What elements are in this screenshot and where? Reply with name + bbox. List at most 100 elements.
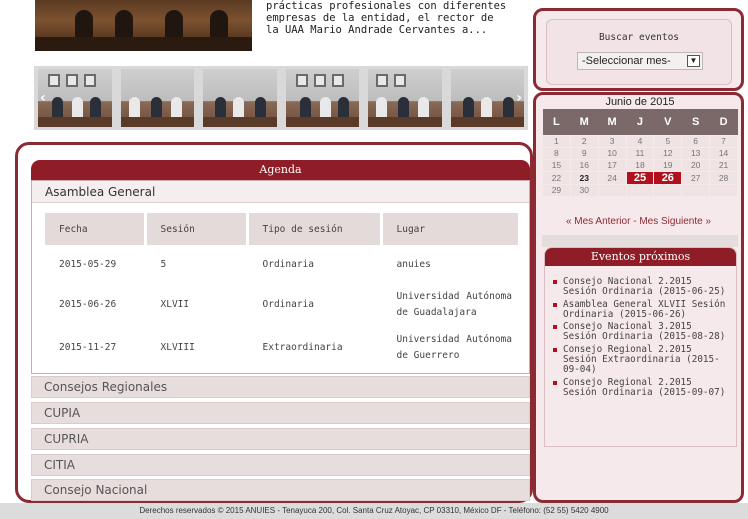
calendar-nav: « Mes Anterior - Mes Siguiente » xyxy=(536,216,741,227)
calendar-week-row: 1234567 xyxy=(542,134,738,148)
calendar-day: 15 xyxy=(542,158,571,172)
agenda-panel: Agenda Asamblea General Fecha Sesión Tip… xyxy=(15,142,533,503)
calendar-day: 16 xyxy=(569,158,599,172)
event-item[interactable]: Consejo Regional 2.2015 Sesión Ordinaria… xyxy=(553,377,730,399)
nav-separator: - xyxy=(633,216,637,227)
search-events-panel: Buscar eventos -Seleccionar mes- ▼ xyxy=(533,8,744,91)
divider xyxy=(542,235,738,247)
event-item[interactable]: Consejo Nacional 2.2015 Sesión Ordinaria… xyxy=(553,276,730,298)
cell-lugar: anuies xyxy=(381,245,521,285)
photo-gallery: ‹ › xyxy=(34,66,528,130)
gallery-thumbnail[interactable] xyxy=(120,69,194,127)
weekday-label: J xyxy=(626,109,654,135)
calendar-week-row: 29 30 xyxy=(542,183,738,197)
table-row: 2015-05-29 5 Ordinaria anuies xyxy=(45,245,521,285)
calendar-empty-cell xyxy=(625,183,655,197)
calendar-grid: L M M J V S D 1 2 3 4 5 6 7 8 9 10 11 12 13 14 15 16 17 1… xyxy=(542,109,738,197)
weekday-label: V xyxy=(653,109,682,135)
weekday-label: M xyxy=(570,109,599,135)
news-photo[interactable] xyxy=(35,0,252,51)
agenda-header: Agenda xyxy=(31,160,530,180)
accordion-citia[interactable]: CITIA xyxy=(31,454,530,476)
calendar-month-title: Junio de 2015 xyxy=(605,96,675,108)
calendar-day: 7 xyxy=(709,134,738,148)
calendar-day: 28 xyxy=(709,170,738,185)
calendar-day: 20 xyxy=(681,158,711,172)
gallery-thumbnail[interactable] xyxy=(368,69,442,127)
calendar-day: 6 xyxy=(681,134,711,148)
weekday-label: S xyxy=(681,109,710,135)
calendar-day: 5 xyxy=(653,134,683,148)
calendar-day: 18 xyxy=(625,158,655,172)
calendar-day: 9 xyxy=(569,146,599,160)
event-item[interactable]: Consejo Nacional 3.2015 Sesión Ordinaria… xyxy=(553,322,730,343)
calendar-empty-cell xyxy=(709,183,738,197)
column-header: Lugar xyxy=(381,213,521,245)
prev-month-link[interactable]: « Mes Anterior xyxy=(566,216,630,227)
calendar-day: 10 xyxy=(597,146,627,160)
accordion-title[interactable]: Asamblea General xyxy=(45,185,155,199)
calendar-day: 17 xyxy=(597,158,627,172)
accordion-consejos-regionales[interactable]: Consejos Regionales xyxy=(31,376,530,398)
cell-fecha: 2015-06-26 xyxy=(45,285,147,325)
upcoming-events-header: Eventos próximos xyxy=(545,248,736,266)
cell-sesion: 5 xyxy=(145,245,249,285)
calendar-day: 14 xyxy=(709,146,738,160)
news-summary[interactable]: prácticas profesionales con diferentes e… xyxy=(266,0,511,36)
cell-lugar: Universidad Autónoma de Guadalajara xyxy=(381,285,521,325)
gallery-next-icon[interactable]: › xyxy=(516,90,522,106)
calendar-day: 11 xyxy=(625,146,655,160)
chevron-down-icon[interactable]: ▼ xyxy=(687,55,700,67)
column-header: Fecha xyxy=(45,213,147,245)
sessions-table: Fecha Sesión Tipo de sesión Lugar 2015-0… xyxy=(45,213,521,371)
cell-fecha: 2015-05-29 xyxy=(45,245,147,285)
accordion-cupria[interactable]: CUPRIA xyxy=(31,428,530,450)
page-footer: Derechos reservados © 2015 ANUIES - Tena… xyxy=(0,503,748,519)
cell-lugar: Universidad Autónoma de Guerrero xyxy=(381,325,521,371)
table-header-row: Fecha Sesión Tipo de sesión Lugar xyxy=(45,213,521,245)
cell-tipo: Ordinaria xyxy=(247,285,383,325)
table-row: 2015-06-26 XLVII Ordinaria Universidad A… xyxy=(45,285,521,325)
calendar-day: 23 xyxy=(569,170,599,185)
calendar-day: 1 xyxy=(542,134,571,148)
calendar-day[interactable]: 26 xyxy=(653,170,683,185)
month-select[interactable]: -Seleccionar mes- ▼ xyxy=(577,52,703,70)
calendar-day: 19 xyxy=(653,158,683,172)
weekday-label: D xyxy=(709,109,738,135)
next-month-link[interactable]: Mes Siguiente » xyxy=(639,216,711,227)
event-item[interactable]: Consejo Regional 2.2015 Sesión Extraordi… xyxy=(553,344,730,376)
search-events-title: Buscar eventos xyxy=(598,32,680,43)
calendar-day: 12 xyxy=(653,146,683,160)
event-item[interactable]: Asamblea General XLVII Sesión Ordinaria … xyxy=(553,299,730,321)
accordion-consejo-nacional[interactable]: Consejo Nacional xyxy=(31,479,530,501)
gallery-thumbnail[interactable] xyxy=(203,69,277,127)
calendar-empty-cell xyxy=(597,183,627,197)
accordion-cupia[interactable]: CUPIA xyxy=(31,402,530,424)
table-row: 2015-11-27 XLVIII Extraordinaria Univers… xyxy=(45,325,521,371)
column-header: Tipo de sesión xyxy=(247,213,383,245)
upcoming-events-panel: Eventos próximos Consejo Nacional 2.2015… xyxy=(544,247,737,447)
calendar-day: 4 xyxy=(625,134,655,148)
cell-sesion: XLVII xyxy=(145,285,249,325)
gallery-prev-icon[interactable]: ‹ xyxy=(40,90,46,106)
calendar-week-row: 15 16 17 18 19 20 21 xyxy=(542,158,738,172)
calendar-empty-cell xyxy=(681,183,711,197)
gallery-thumbnail[interactable] xyxy=(285,69,359,127)
weekday-label: L xyxy=(542,109,571,135)
cell-tipo: Ordinaria xyxy=(247,245,383,285)
calendar-day: 30 xyxy=(569,183,599,197)
search-events-form: Buscar eventos -Seleccionar mes- ▼ xyxy=(546,19,732,85)
gallery-thumbnail[interactable] xyxy=(38,69,112,127)
calendar-day: 27 xyxy=(681,170,711,185)
gallery-thumbnail[interactable] xyxy=(450,69,524,127)
cell-tipo: Extraordinaria xyxy=(247,325,383,371)
cell-sesion: XLVIII xyxy=(145,325,249,371)
calendar-day: 2 xyxy=(569,134,599,148)
calendar-day[interactable]: 25 xyxy=(625,170,655,185)
calendar-day: 24 xyxy=(597,170,627,185)
calendar-week-row: 22 23 24 25 26 27 28 xyxy=(542,170,738,185)
calendar-week-row: 8 9 10 11 12 13 14 xyxy=(542,146,738,160)
month-select-value: -Seleccionar mes- xyxy=(582,55,671,67)
weekday-label: M xyxy=(598,109,627,135)
column-header: Sesión xyxy=(145,213,249,245)
